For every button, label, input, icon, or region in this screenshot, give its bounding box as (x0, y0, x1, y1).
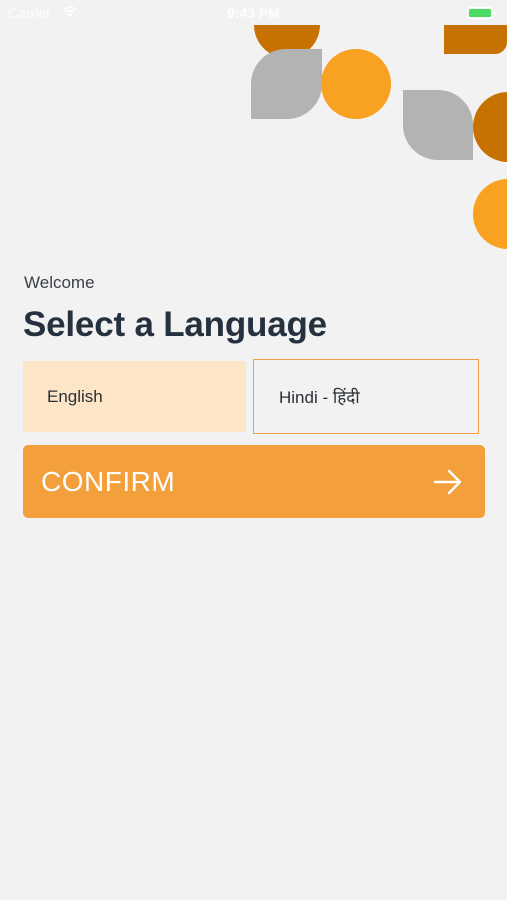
orange-circle (321, 49, 391, 119)
orange-circle-right (473, 179, 507, 249)
welcome-text: Welcome (24, 273, 95, 292)
decorative-shapes (251, 25, 507, 249)
clock-time: 9:43 PM (227, 5, 280, 21)
status-bar: Carrier 9:43 PM (0, 0, 507, 26)
page-title: Select a Language (23, 305, 327, 344)
confirm-button[interactable]: CONFIRM (23, 445, 485, 518)
language-label-hindi: Hindi - हिंदी (279, 388, 360, 407)
dark-orange-circle (473, 92, 507, 162)
gray-leaf-shape (251, 49, 322, 119)
dark-orange-corner-shape (444, 25, 507, 54)
confirm-label: CONFIRM (41, 465, 176, 497)
language-option-english[interactable]: English (23, 361, 246, 432)
battery-icon (467, 7, 496, 19)
language-option-hindi[interactable]: Hindi - हिंदी (253, 359, 479, 434)
arrow-right-icon (433, 469, 462, 494)
language-label-english: English (47, 386, 103, 406)
gray-leaf-shape-right (403, 90, 473, 160)
